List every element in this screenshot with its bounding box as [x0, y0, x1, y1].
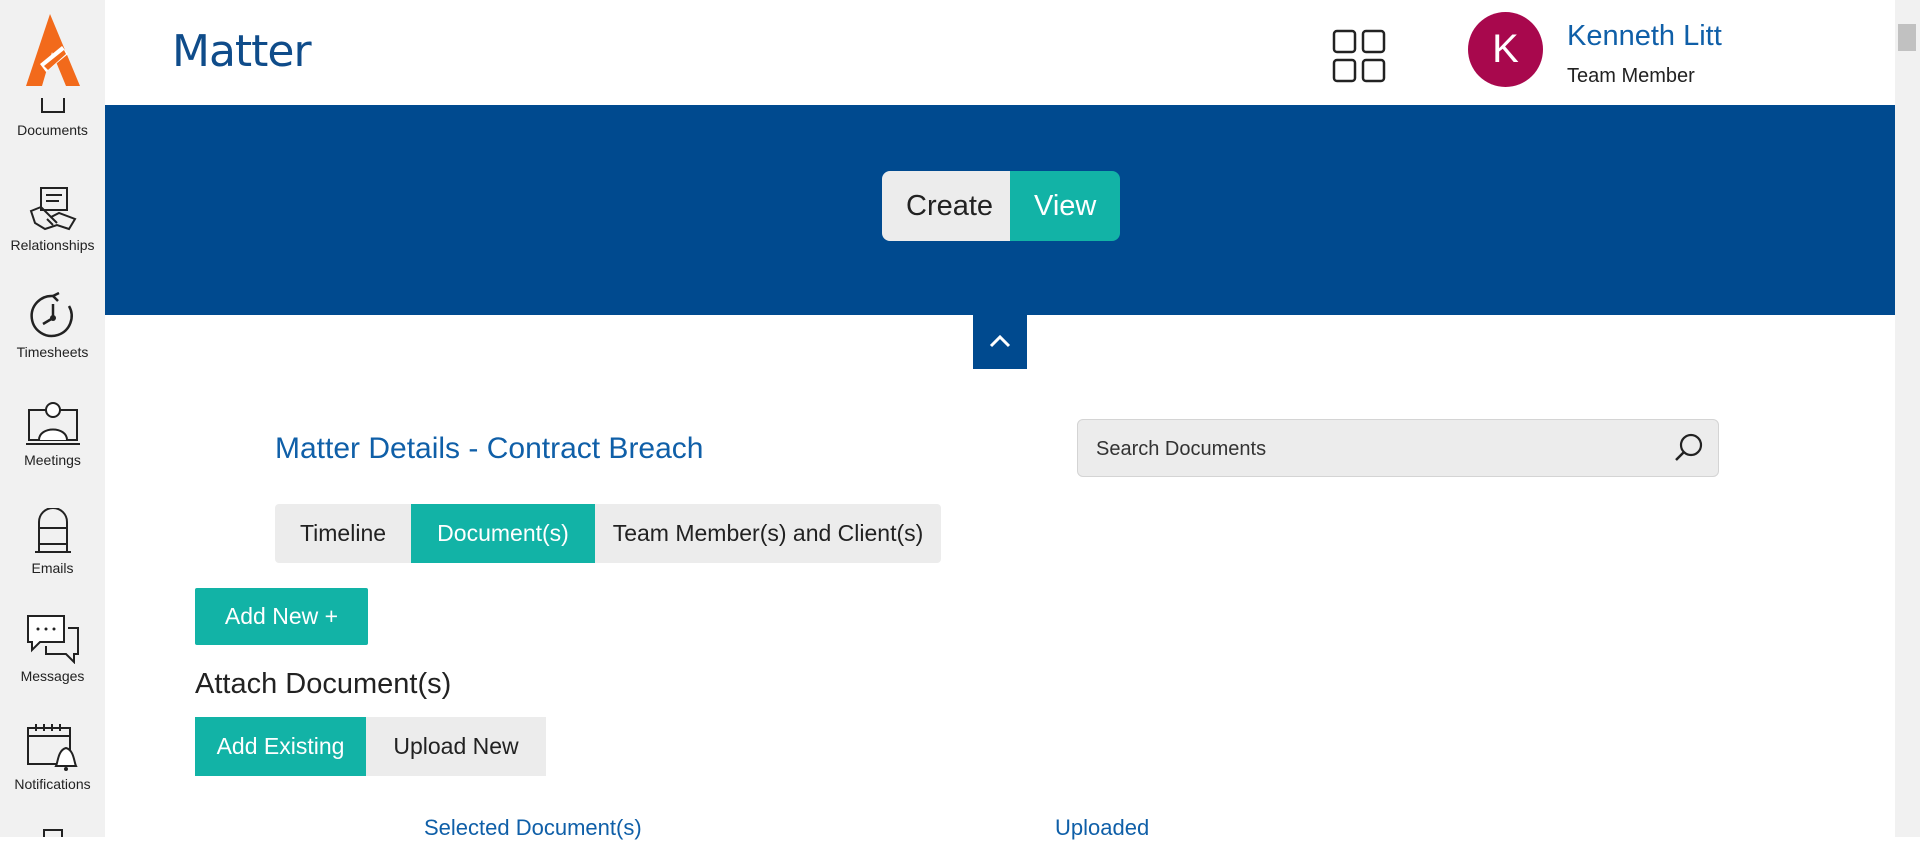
- sidebar-item-label: Meetings: [24, 452, 81, 468]
- add-new-button[interactable]: Add New +: [195, 588, 368, 645]
- mailbox-icon: [34, 508, 71, 553]
- scrollbar-thumb[interactable]: [1898, 24, 1916, 51]
- handshake-icon: [29, 187, 76, 231]
- app-logo-icon[interactable]: [22, 12, 84, 88]
- sidebar-item-messages[interactable]: Messages: [0, 614, 105, 684]
- page-title: Matter: [172, 26, 312, 77]
- search-box: [1077, 419, 1719, 478]
- tab-team-members-clients[interactable]: Team Member(s) and Client(s): [595, 504, 941, 563]
- app-grid-icon[interactable]: [1332, 29, 1386, 83]
- sidebar-item-notifications[interactable]: Notifications: [0, 722, 105, 792]
- sidebar-item-label: Messages: [20, 668, 85, 684]
- search-icon[interactable]: [1674, 433, 1704, 463]
- upload-new-button[interactable]: Upload New: [366, 717, 546, 776]
- user-name[interactable]: Kenneth Litt: [1567, 20, 1722, 53]
- matter-tabs: Timeline Document(s) Team Member(s) and …: [275, 504, 941, 563]
- clock-icon: [29, 292, 73, 338]
- sidebar: Documents Relationships Timesheets Meeti…: [0, 0, 105, 837]
- page-scrollbar[interactable]: [1895, 0, 1920, 837]
- create-button[interactable]: Create: [882, 171, 1010, 241]
- matter-details-title: Matter Details - Contract Breach: [275, 432, 704, 465]
- search-input[interactable]: [1094, 420, 1658, 478]
- tab-documents[interactable]: Document(s): [411, 504, 595, 563]
- tab-timeline[interactable]: Timeline: [275, 504, 411, 563]
- sidebar-item-label: Timesheets: [16, 344, 89, 360]
- collapse-banner-button[interactable]: [973, 315, 1027, 369]
- create-view-toggle: Create View: [882, 171, 1120, 241]
- sidebar-item-emails[interactable]: Emails: [0, 508, 105, 576]
- avatar[interactable]: K: [1468, 12, 1543, 87]
- top-header: Matter K Kenneth Litt Team Member: [105, 0, 1895, 105]
- sidebar-item-label: Documents: [17, 122, 88, 138]
- chat-icon: [26, 615, 79, 664]
- document-icon: [42, 829, 63, 837]
- hero-banner: Create View: [105, 105, 1895, 315]
- sidebar-item-meetings[interactable]: Meetings: [0, 400, 105, 468]
- view-button[interactable]: View: [1010, 171, 1120, 241]
- sidebar-item-documents[interactable]: Documents: [0, 98, 105, 138]
- sidebar-item-partial[interactable]: [0, 828, 105, 837]
- sidebar-item-timesheets[interactable]: Timesheets: [0, 292, 105, 360]
- sidebar-item-label: Relationships: [10, 237, 95, 253]
- attach-mode-toggle: Add Existing Upload New: [195, 717, 546, 776]
- sidebar-item-label: Notifications: [14, 776, 91, 792]
- user-role: Team Member: [1567, 65, 1695, 87]
- selected-documents-header: Selected Document(s): [424, 815, 642, 840]
- document-icon: [40, 98, 65, 113]
- uploaded-header: Uploaded: [1055, 815, 1150, 840]
- meeting-icon: [25, 402, 80, 445]
- sidebar-item-relationships[interactable]: Relationships: [0, 185, 105, 253]
- sidebar-item-label: Emails: [31, 560, 74, 576]
- add-existing-button[interactable]: Add Existing: [195, 717, 366, 776]
- attach-documents-heading: Attach Document(s): [195, 668, 452, 700]
- chevron-up-icon: [989, 334, 1011, 348]
- calendar-bell-icon: [26, 724, 78, 771]
